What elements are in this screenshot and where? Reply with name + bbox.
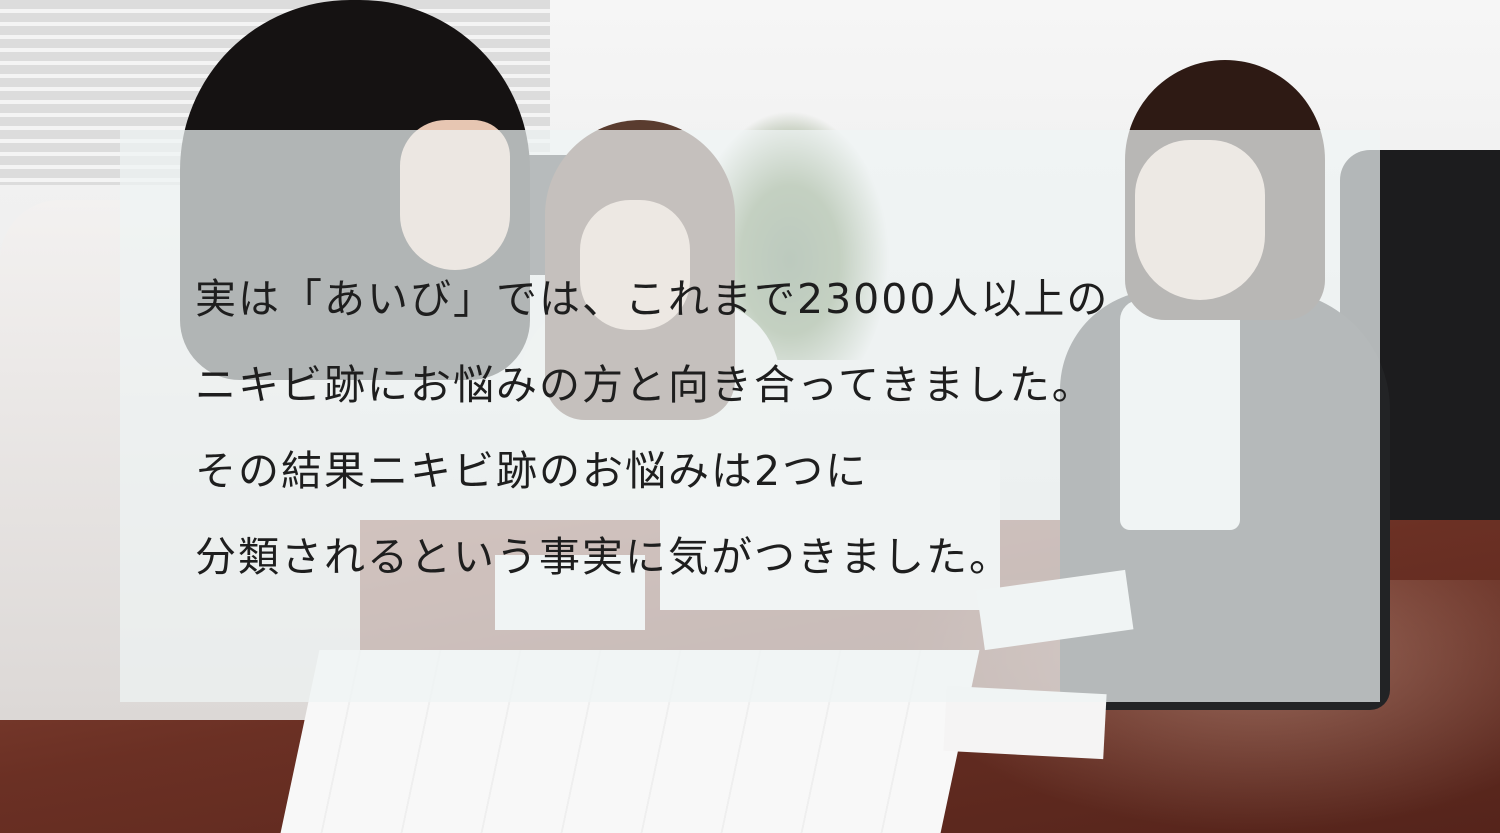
hero-image: 実は「あいび」では、これまで23000人以上の ニキビ跡にお悩みの方と向き合って… (0, 0, 1500, 833)
message-line: 分類されるという事実に気がつきました。 (195, 533, 1012, 581)
intro-message: 実は「あいび」では、これまで23000人以上の ニキビ跡にお悩みの方と向き合って… (195, 256, 1355, 600)
message-line: その結果ニキビ跡のお悩みは2つに (195, 447, 869, 495)
message-line: ニキビ跡にお悩みの方と向き合ってきました。 (195, 361, 1095, 409)
message-line: 実は「あいび」では、これまで23000人以上の (195, 275, 1110, 323)
